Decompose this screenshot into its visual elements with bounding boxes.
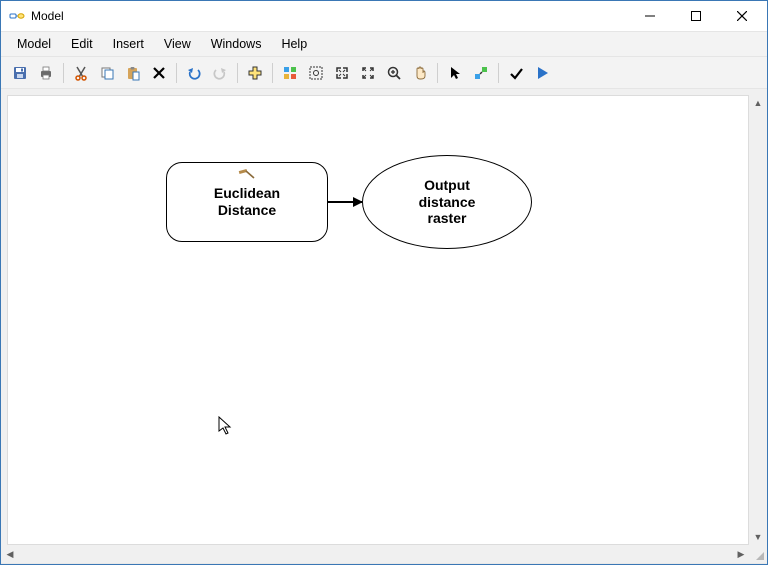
maximize-button[interactable] xyxy=(673,1,719,31)
auto-layout-button[interactable] xyxy=(277,60,303,86)
output-node-distance-raster[interactable]: Output distance raster xyxy=(362,155,532,249)
undo-button[interactable] xyxy=(181,60,207,86)
toolbar-separator xyxy=(498,63,499,83)
hammer-icon xyxy=(238,167,256,185)
menu-model[interactable]: Model xyxy=(7,33,61,55)
zoom-tool-button[interactable] xyxy=(381,60,407,86)
app-icon xyxy=(9,8,25,24)
copy-button[interactable] xyxy=(94,60,120,86)
window-titlebar: Model xyxy=(1,1,767,31)
scroll-left-icon[interactable]: ◀ xyxy=(2,546,18,562)
connector-arrow[interactable] xyxy=(328,201,362,203)
pan-button[interactable] xyxy=(407,60,433,86)
resize-grip-icon[interactable] xyxy=(750,546,766,562)
menu-insert[interactable]: Insert xyxy=(103,33,154,55)
paste-button[interactable] xyxy=(120,60,146,86)
connect-button[interactable] xyxy=(468,60,494,86)
validate-button[interactable] xyxy=(503,60,529,86)
scroll-up-icon[interactable]: ▲ xyxy=(750,95,766,111)
run-button[interactable] xyxy=(529,60,555,86)
zoom-out-group-button[interactable] xyxy=(355,60,381,86)
zoom-in-group-button[interactable] xyxy=(329,60,355,86)
model-canvas[interactable]: Euclidean Distance Output distance raste… xyxy=(7,95,749,545)
save-button[interactable] xyxy=(7,60,33,86)
toolbar-separator xyxy=(176,63,177,83)
print-button[interactable] xyxy=(33,60,59,86)
full-extent-button[interactable] xyxy=(303,60,329,86)
output-node-label-line2: distance xyxy=(419,194,476,211)
menu-edit[interactable]: Edit xyxy=(61,33,103,55)
select-button[interactable] xyxy=(442,60,468,86)
menu-view[interactable]: View xyxy=(154,33,201,55)
toolbar xyxy=(1,57,767,89)
cut-button[interactable] xyxy=(68,60,94,86)
vertical-scrollbar[interactable]: ▲ ▼ xyxy=(750,95,766,545)
toolbar-separator xyxy=(272,63,273,83)
tool-node-label-line2: Distance xyxy=(218,202,276,219)
delete-button[interactable] xyxy=(146,60,172,86)
menu-windows[interactable]: Windows xyxy=(201,33,272,55)
window-title: Model xyxy=(31,9,627,23)
toolbar-separator xyxy=(437,63,438,83)
output-node-label-line1: Output xyxy=(419,177,476,194)
scroll-right-icon[interactable]: ▶ xyxy=(733,546,749,562)
workspace: Euclidean Distance Output distance raste… xyxy=(1,89,767,563)
toolbar-separator xyxy=(63,63,64,83)
toolbar-separator xyxy=(237,63,238,83)
redo-button[interactable] xyxy=(207,60,233,86)
scroll-down-icon[interactable]: ▼ xyxy=(750,529,766,545)
menubar: Model Edit Insert View Windows Help xyxy=(1,31,767,57)
minimize-button[interactable] xyxy=(627,1,673,31)
tool-node-euclidean-distance[interactable]: Euclidean Distance xyxy=(166,162,328,242)
horizontal-scrollbar[interactable]: ◀ ▶ xyxy=(2,546,749,562)
menu-help[interactable]: Help xyxy=(271,33,317,55)
mouse-cursor-icon xyxy=(218,416,232,436)
tool-node-label-line1: Euclidean xyxy=(214,185,280,202)
close-button[interactable] xyxy=(719,1,765,31)
window-controls xyxy=(627,1,765,31)
output-node-label-line3: raster xyxy=(419,210,476,227)
add-data-button[interactable] xyxy=(242,60,268,86)
